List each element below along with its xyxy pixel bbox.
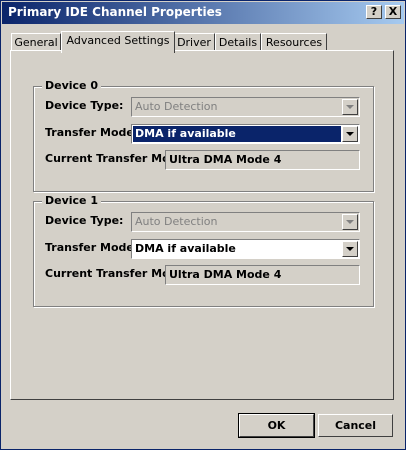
device1-type-select: Auto Detection [131,212,360,232]
ok-button[interactable]: OK [238,413,315,438]
tab-resources[interactable]: Resources [261,33,327,51]
device1-type-dropdown-button [342,214,358,230]
device1-type-value: Auto Detection [135,215,218,228]
device0-type-select: Auto Detection [131,97,360,117]
device0-transfer-dropdown-button[interactable] [342,126,358,142]
device1-type-label: Device Type: [45,214,124,227]
device0-legend: Device 0 [42,79,101,92]
chevron-down-icon [346,105,354,109]
device0-current-value: Ultra DMA Mode 4 [165,150,360,170]
title-bar[interactable]: Primary IDE Channel Properties ? X [2,2,404,24]
window-title: Primary IDE Channel Properties [8,5,222,19]
device0-type-label: Device Type: [45,99,124,112]
tab-driver[interactable]: Driver [173,33,215,51]
device0-transfer-value: DMA if available [133,126,341,142]
device1-group: Device 1 Device Type: Auto Detection Tra… [33,194,374,307]
device1-current-value: Ultra DMA Mode 4 [165,265,360,285]
device1-legend: Device 1 [42,194,101,207]
tab-details[interactable]: Details [215,33,261,51]
help-button[interactable]: ? [366,5,382,19]
device1-transfer-dropdown-button[interactable] [342,241,358,257]
chevron-down-icon [346,247,354,251]
device0-type-value: Auto Detection [135,100,218,113]
cancel-button[interactable]: Cancel [318,414,393,437]
device1-transfer-value: DMA if available [135,242,236,255]
tab-advanced-settings[interactable]: Advanced Settings [61,31,175,53]
device0-transfer-label: Transfer Mode: [45,126,139,139]
close-button[interactable]: X [385,5,401,19]
chevron-down-icon [346,132,354,136]
chevron-down-icon [346,220,354,224]
device1-transfer-label: Transfer Mode: [45,241,139,254]
device0-transfer-select[interactable]: DMA if available [131,124,360,144]
tab-general[interactable]: General [11,33,61,51]
device1-transfer-select[interactable]: DMA if available [131,239,360,259]
device0-group: Device 0 Device Type: Auto Detection Tra… [33,79,374,192]
device0-type-dropdown-button [342,99,358,115]
